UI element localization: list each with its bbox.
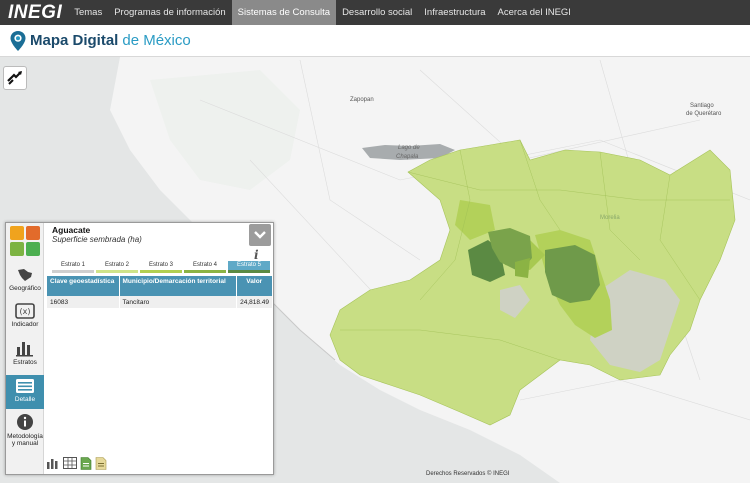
stratum-5[interactable]: Estrato 5	[228, 261, 270, 273]
data-panel: Geográfico (x) Indicador Estratos Detall…	[5, 222, 274, 475]
map-label-queretaro: de Querétaro	[686, 111, 722, 117]
stratum-2[interactable]: Estrato 2	[96, 261, 138, 273]
app-header: Mapa Digital de México	[0, 25, 750, 57]
map-copyright: Derechos Reservados © INEGI	[426, 471, 510, 477]
app-title-main: Mapa Digital	[30, 32, 119, 49]
app-title-sub: de México	[122, 32, 191, 49]
cell-valor: 24,818.49	[236, 296, 272, 308]
export-table-icon[interactable]	[63, 457, 77, 469]
theme-agriculture-icon[interactable]	[26, 242, 40, 256]
panel-subtitle: Superficie sembrada (ha)	[52, 235, 142, 244]
table-row[interactable]: 16083 Tancítaro 24,818.49	[47, 296, 272, 308]
panel-sidebar: Geográfico (x) Indicador Estratos Detall…	[6, 223, 44, 474]
stratum-4[interactable]: Estrato 4	[184, 261, 226, 273]
navigation-arrow-icon	[7, 71, 22, 85]
bar-chart-icon	[16, 342, 33, 357]
indicator-icon: (x)	[15, 303, 35, 319]
chevron-down-icon	[254, 231, 266, 239]
export-toolbar	[46, 457, 107, 470]
cell-municipio: Tancítaro	[119, 296, 237, 308]
export-chart-icon[interactable]	[46, 457, 60, 469]
nav-item-infraestructura[interactable]: Infraestructura	[418, 0, 491, 25]
sidebar-label-metodologia: Metodología	[7, 433, 43, 440]
theme-economy-icon[interactable]	[26, 226, 40, 240]
nav-item-sistemas-consulta[interactable]: Sistemas de Consulta	[231, 0, 337, 25]
nav-item-desarrollo-social[interactable]: Desarrollo social	[336, 0, 418, 25]
detail-table: Clave geoestadística Municipio/Demarcaci…	[47, 276, 272, 308]
sidebar-item-detalle[interactable]: Detalle	[6, 375, 44, 409]
map-label-santiago: Santiago	[690, 103, 714, 109]
sidebar-label-detalle: Detalle	[14, 396, 36, 403]
nav-item-programas[interactable]: Programas de información	[108, 0, 231, 25]
header-municipio[interactable]: Municipio/Demarcación territorial	[119, 276, 237, 296]
header-valor[interactable]: Valor	[236, 276, 272, 296]
top-navigation: INEGI Temas Programas de información Sis…	[0, 0, 750, 25]
country-map-icon	[18, 269, 32, 281]
sidebar-label-indicador: Indicador	[11, 321, 39, 328]
sidebar-item-metodologia[interactable]: Metodología y manual	[6, 413, 44, 453]
export-excel-icon[interactable]	[80, 457, 92, 470]
stratum-1[interactable]: Estrato 1	[52, 261, 94, 273]
sidebar-item-indicador[interactable]: (x) Indicador	[6, 303, 44, 335]
table-header-row: Clave geoestadística Municipio/Demarcaci…	[47, 276, 272, 296]
header-clave[interactable]: Clave geoestadística	[47, 276, 120, 296]
app-title: Mapa Digital de México	[30, 32, 191, 49]
sidebar-label-estratos: Estratos	[13, 359, 37, 366]
map-pin-icon	[10, 30, 26, 51]
map-label-chapala: Chapala	[396, 154, 419, 160]
theme-environment-icon[interactable]	[10, 242, 24, 256]
sidebar-label-geografico: Geográfico	[9, 285, 41, 292]
info-circle-icon	[17, 414, 33, 430]
map-tool-button[interactable]	[3, 66, 27, 90]
export-document-icon[interactable]	[95, 457, 107, 470]
theme-people-icon[interactable]	[10, 226, 24, 240]
map-label-morelia: Morelia	[600, 215, 620, 221]
svg-text:(x): (x)	[20, 307, 31, 316]
info-icon[interactable]: i	[254, 248, 259, 262]
nav-item-temas[interactable]: Temas	[68, 0, 108, 25]
panel-title: Aguacate	[52, 225, 91, 235]
stratum-3[interactable]: Estrato 3	[140, 261, 182, 273]
map-label-zapopan: Zapopan	[350, 97, 374, 103]
sidebar-item-estratos[interactable]: Estratos	[6, 339, 44, 371]
sidebar-label-manual: y manual	[11, 440, 39, 447]
nav-item-acerca[interactable]: Acerca del INEGI	[492, 0, 577, 25]
strata-legend: Estrato 1 Estrato 2 Estrato 3 Estrato 4 …	[52, 261, 270, 273]
sidebar-item-geografico[interactable]: Geográfico	[6, 267, 44, 299]
map-label-lago: Lago de	[398, 145, 420, 151]
detail-list-icon	[16, 379, 34, 393]
cell-clave: 16083	[47, 296, 120, 308]
collapse-panel-button[interactable]	[249, 224, 271, 246]
inegi-logo[interactable]: INEGI	[0, 2, 68, 24]
